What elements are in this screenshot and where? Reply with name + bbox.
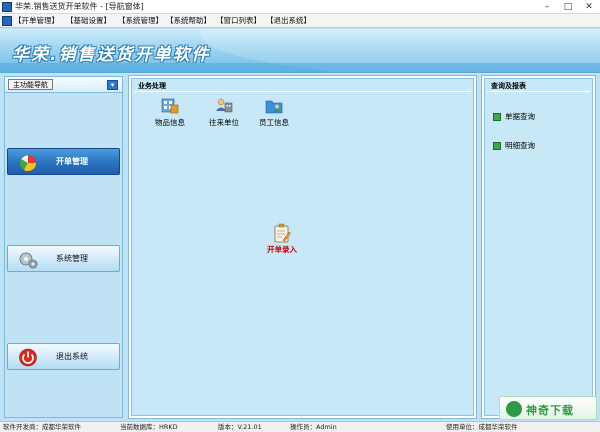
tool-goods-info-label: 物品信息	[155, 118, 185, 127]
reports-panel: 查询及报表 单据查询 明细查询	[481, 75, 596, 419]
close-button[interactable]: ✕	[582, 1, 596, 13]
app-icon	[2, 2, 12, 12]
menu-basic-settings[interactable]: 【基础设置】	[66, 15, 111, 27]
clipboard-pencil-icon	[274, 223, 291, 243]
nav-button-exit-system[interactable]: 退出系统	[7, 343, 120, 370]
window-title: 华荣.销售送货开单软件 - [导航窗体]	[15, 2, 144, 11]
business-panel: 业务处理 物品信息 往来单位 员工信息 开单录入	[128, 75, 477, 419]
billing-entry-label: 开单录入	[267, 245, 297, 254]
arrow-down-icon[interactable]: ▾	[107, 80, 118, 90]
tool-staff-info-label: 员工信息	[259, 118, 289, 127]
tool-business-units-label: 往来单位	[209, 118, 239, 127]
business-panel-divider	[134, 91, 471, 92]
navigation-header: 主功能导航 ▾	[5, 77, 122, 93]
units-icon	[216, 98, 233, 113]
status-operator: 操作员：Admin	[290, 423, 337, 431]
status-database: 当前数据库：HRKD	[120, 423, 178, 431]
status-user-unit: 使用单位：成都华荣软件	[446, 423, 518, 431]
status-version: 版本：V.21.01	[218, 423, 262, 431]
navigation-header-label: 主功能导航	[8, 79, 53, 90]
report-link-document-query-label: 单据查询	[505, 112, 535, 121]
goods-icon	[161, 98, 179, 114]
nav-button-billing-label: 开单管理	[56, 157, 88, 166]
main-navigation-panel: 主功能导航 ▾ 开单管理 系统管理 退出系统	[4, 76, 123, 418]
app-banner: 华荣.销售送货开单软件	[0, 29, 600, 73]
reports-panel-divider	[487, 91, 590, 92]
report-icon	[493, 113, 501, 121]
maximize-button[interactable]: □	[561, 1, 575, 13]
nav-button-billing[interactable]: 开单管理	[7, 148, 120, 175]
tool-business-units[interactable]: 往来单位	[202, 97, 246, 129]
minimize-button[interactable]: –	[540, 1, 554, 13]
staff-icon	[265, 100, 283, 114]
watermark-text: 神奇下载	[526, 404, 574, 417]
banner-title: 华荣.销售送货开单软件	[12, 45, 211, 65]
menu-billing[interactable]: 【开单管理】	[14, 15, 59, 27]
watermark-badge: 神奇下载	[499, 396, 597, 420]
menu-system-help[interactable]: 【系统帮助】	[166, 15, 211, 27]
nav-button-system-management-label: 系统管理	[56, 254, 88, 263]
watermark-logo-icon	[506, 401, 522, 417]
power-icon	[19, 348, 37, 367]
tool-goods-info[interactable]: 物品信息	[148, 97, 192, 129]
title-bar: 华荣.销售送货开单软件 - [导航窗体] – □ ✕	[0, 0, 600, 14]
billing-entry-button[interactable]: 开单录入	[260, 223, 304, 257]
menu-system-management[interactable]: 【系统管理】	[118, 15, 163, 27]
pie-chart-icon	[19, 154, 37, 172]
business-panel-body: 业务处理 物品信息 往来单位 员工信息 开单录入	[131, 78, 474, 416]
gears-icon	[19, 252, 38, 269]
status-bar: 软件开发商：成都华荣软件 当前数据库：HRKD 版本：V.21.01 操作员：A…	[0, 421, 600, 432]
reports-panel-body: 查询及报表 单据查询 明细查询	[484, 78, 593, 416]
report-icon	[493, 142, 501, 150]
tool-staff-info[interactable]: 员工信息	[252, 97, 296, 129]
status-developer: 软件开发商：成都华荣软件	[3, 423, 81, 431]
menu-bar: 【开单管理】 【基础设置】 【系统管理】 【系统帮助】 【窗口列表】 【退出系统…	[0, 14, 600, 28]
system-menu-icon[interactable]	[2, 16, 12, 26]
business-panel-title: 业务处理	[138, 82, 166, 90]
report-link-detail-query-label: 明细查询	[505, 141, 535, 150]
menu-window-list[interactable]: 【窗口列表】	[216, 15, 261, 27]
reports-panel-title: 查询及报表	[491, 82, 526, 90]
nav-button-exit-system-label: 退出系统	[56, 352, 88, 361]
nav-button-system-management[interactable]: 系统管理	[7, 245, 120, 272]
menu-exit-system[interactable]: 【退出系统】	[266, 15, 311, 27]
